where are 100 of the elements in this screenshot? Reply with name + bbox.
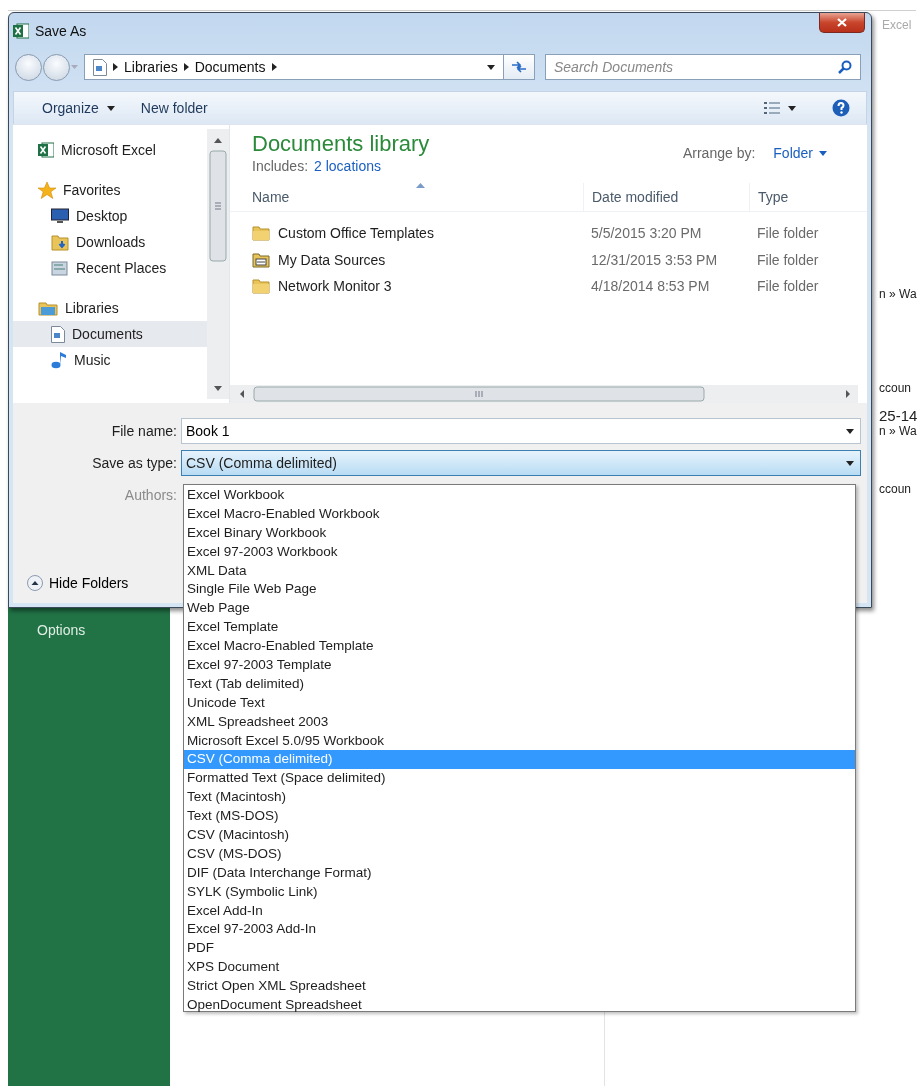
close-button[interactable] xyxy=(819,13,865,33)
list-option[interactable]: XML Data xyxy=(184,561,855,581)
organize-menu-button[interactable]: Organize xyxy=(34,96,123,120)
caret-icon xyxy=(106,105,115,111)
list-option[interactable]: Text (MS-DOS) xyxy=(184,807,855,827)
text-fragment: n » Wa xyxy=(879,287,918,301)
column-header[interactable]: Name xyxy=(230,183,583,211)
close-icon xyxy=(837,18,847,27)
search-field[interactable]: Search Documents xyxy=(554,56,838,78)
address-bar[interactable]: Libraries Documents xyxy=(84,54,504,80)
star-icon xyxy=(38,181,56,199)
music-note-icon xyxy=(51,351,67,369)
column-header[interactable]: Date modified xyxy=(583,183,749,211)
text-fragment: n » Wa xyxy=(879,424,918,438)
arrange-by-dropdown[interactable]: Folder xyxy=(773,145,827,161)
list-option[interactable]: CSV (Macintosh) xyxy=(184,826,855,845)
hide-folders-button[interactable]: Hide Folders xyxy=(25,573,131,593)
recent-places-icon xyxy=(51,259,69,277)
list-option[interactable]: Excel 97-2003 Template xyxy=(184,656,855,675)
navigation-item[interactable]: Music xyxy=(13,347,207,373)
type-cell-text: File folder xyxy=(756,278,820,295)
search-icon xyxy=(838,60,852,74)
folder-icon xyxy=(252,225,270,242)
list-option[interactable]: Excel 97-2003 Workbook xyxy=(184,542,855,562)
file-name-combo[interactable]: Book 1 xyxy=(181,418,861,444)
sort-arrow-icon xyxy=(416,183,425,188)
monitor-icon xyxy=(51,208,69,224)
list-option[interactable]: Unicode Text xyxy=(184,693,855,713)
library-icon xyxy=(38,300,58,316)
list-option[interactable]: XPS Document xyxy=(184,958,855,978)
list-option[interactable]: Excel Add-In xyxy=(184,901,855,921)
folder-icon xyxy=(252,278,270,295)
list-option[interactable]: Excel Template xyxy=(184,618,855,638)
text-fragment: ccoun xyxy=(879,381,913,395)
caret-icon xyxy=(788,105,796,111)
file-name-field[interactable]: Book 1 xyxy=(186,420,846,442)
sidebar-item[interactable]: Options xyxy=(8,622,170,638)
caret-icon xyxy=(819,150,827,156)
dropdown-caret-icon xyxy=(487,64,495,70)
arrange-by-label: Arrange by: xyxy=(682,145,756,161)
list-option[interactable]: SYLK (Symbolic Link) xyxy=(184,882,855,902)
navigation-item[interactable]: Downloads xyxy=(13,229,207,255)
navigation-item[interactable]: Desktop xyxy=(13,203,207,229)
breadcrumb-item[interactable]: Libraries xyxy=(124,59,178,75)
date-cell-text: 12/31/2015 3:53 PM xyxy=(590,251,719,268)
document-icon xyxy=(93,58,107,76)
window-title: Excel xyxy=(882,18,912,32)
spreadsheet-icon xyxy=(13,23,29,39)
collapse-icon xyxy=(27,575,43,591)
type-cell-text: File folder xyxy=(756,225,820,242)
search-box[interactable]: Search Documents xyxy=(545,54,861,80)
list-option[interactable]: Excel Macro-Enabled Workbook xyxy=(184,504,855,524)
save-as-type-dropdown[interactable]: CSV (Comma delimited) xyxy=(181,450,861,476)
type-cell-text: File folder xyxy=(756,251,820,268)
list-option[interactable]: Single File Web Page xyxy=(184,580,855,600)
authors-label: Authors: xyxy=(123,487,178,503)
list-option[interactable]: PDF xyxy=(184,939,855,959)
navigation-item[interactable]: Microsoft Excel xyxy=(13,137,207,163)
navigation-item[interactable]: Recent Places xyxy=(13,255,207,281)
navigation-item[interactable]: Documents xyxy=(13,321,207,347)
chevron-icon xyxy=(113,63,118,71)
list-option[interactable]: Excel Workbook xyxy=(184,486,855,505)
list-option[interactable]: Web Page xyxy=(184,599,855,619)
list-option[interactable]: XML Spreadsheet 2003 xyxy=(184,712,855,732)
help-button[interactable] xyxy=(830,97,852,119)
window-title: Save As xyxy=(35,23,87,39)
text-fragment: ccoun xyxy=(879,482,913,496)
breadcrumb-item[interactable]: Documents xyxy=(194,59,266,75)
new-folder-button[interactable]: New folder xyxy=(132,96,216,120)
list-option[interactable]: Formatted Text (Space delimited) xyxy=(184,769,855,789)
list-option[interactable]: Text (Macintosh) xyxy=(184,788,855,808)
date-cell-text: 5/5/2015 3:20 PM xyxy=(590,225,703,242)
list-view-icon xyxy=(764,102,780,114)
navigation-item[interactable]: Libraries xyxy=(13,295,207,321)
list-option[interactable]: Excel Binary Workbook xyxy=(184,523,855,543)
file-name[interactable]: Network Monitor 3 xyxy=(278,278,392,295)
list-option[interactable]: DIF (Data Interchange Format) xyxy=(184,863,855,883)
text-fragment: 25-14 xyxy=(879,407,918,424)
refresh-icon xyxy=(511,61,527,73)
file-name[interactable]: Custom Office Templates xyxy=(278,225,434,242)
list-option[interactable]: Text (Tab delimited) xyxy=(184,674,855,694)
navigation-item[interactable]: Favorites xyxy=(13,177,207,203)
file-name-label: File name: xyxy=(110,423,178,439)
list-option[interactable]: CSV (MS-DOS) xyxy=(184,844,855,864)
includes-label: Includes: xyxy=(252,158,309,174)
spreadsheet-icon xyxy=(38,142,54,158)
list-option[interactable]: Microsoft Excel 5.0/95 Workbook xyxy=(184,731,855,751)
data-folder-icon xyxy=(252,251,270,268)
file-name[interactable]: My Data Sources xyxy=(278,251,386,268)
locations-link[interactable]: 2 locations xyxy=(314,158,381,174)
date-cell-text: 4/18/2014 8:53 PM xyxy=(590,278,711,295)
list-option[interactable]: Excel 97-2003 Add-In xyxy=(184,920,855,940)
chevron-icon xyxy=(271,63,277,71)
refresh-button[interactable] xyxy=(503,54,535,80)
document-icon xyxy=(51,325,65,343)
column-header[interactable]: Type xyxy=(749,183,867,211)
list-option[interactable]: Strict Open XML Spreadsheet xyxy=(184,977,855,997)
chevron-icon xyxy=(183,63,189,71)
list-option[interactable]: OpenDocument Spreadsheet xyxy=(184,996,855,1015)
list-option[interactable]: Excel Macro-Enabled Template xyxy=(184,637,855,656)
